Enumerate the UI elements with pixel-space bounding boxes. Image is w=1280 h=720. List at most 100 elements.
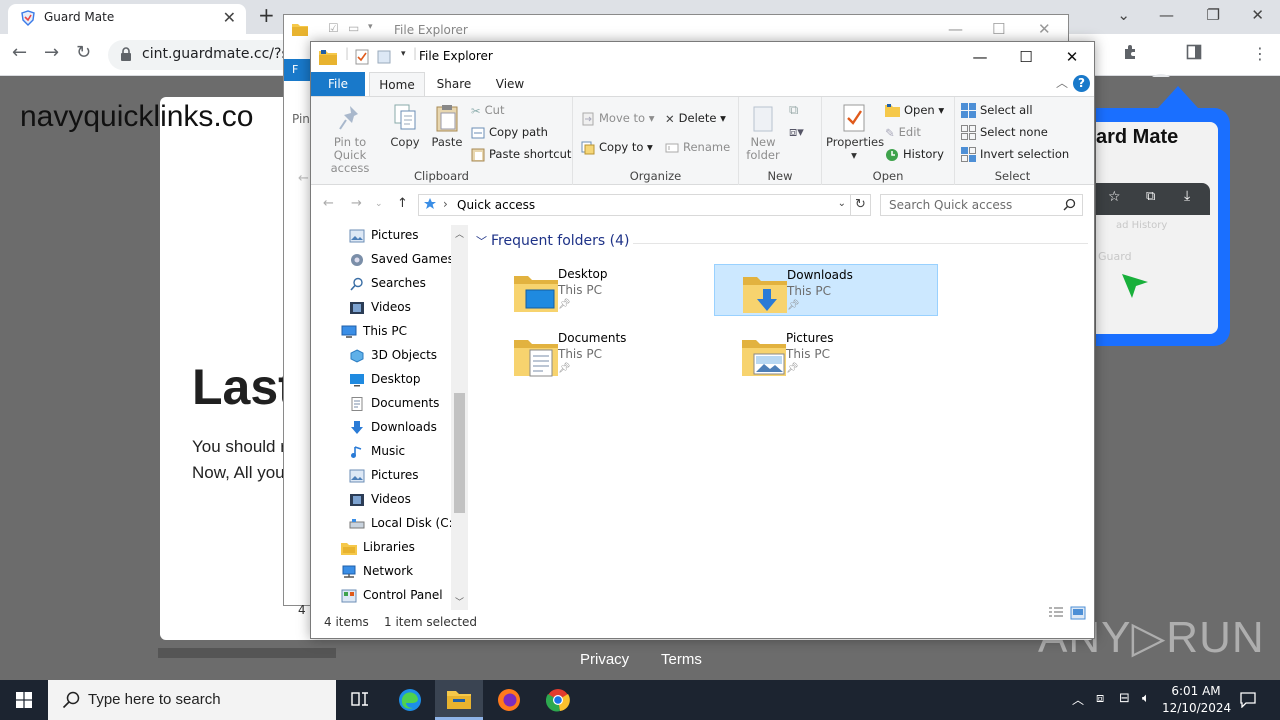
- collapse-ribbon-icon[interactable]: ︿: [1056, 74, 1068, 91]
- new-folder-button[interactable]: New folder: [743, 103, 783, 162]
- delete-button[interactable]: ✕ Delete ▾: [665, 111, 726, 126]
- new-item-icon[interactable]: ⧉: [789, 103, 798, 118]
- nav-item[interactable]: Documents: [349, 396, 439, 411]
- nav-item[interactable]: Network: [341, 564, 413, 579]
- clock-time[interactable]: 6:01 AM: [1166, 684, 1226, 698]
- volume-icon[interactable]: 🔈︎: [1142, 691, 1150, 706]
- folder-tile[interactable]: Desktop This PC 📌︎: [486, 264, 710, 316]
- browser-forward-icon[interactable]: →: [44, 42, 59, 63]
- task-view-button[interactable]: [336, 680, 384, 720]
- address-dropdown-icon[interactable]: ⌄: [838, 198, 846, 209]
- scroll-down-icon[interactable]: ﹀: [455, 595, 464, 608]
- copy-path-button[interactable]: Copy path: [471, 125, 548, 139]
- refresh-icon[interactable]: ↻: [851, 194, 871, 216]
- browser-menu-icon[interactable]: ⋮: [1252, 44, 1268, 63]
- extensions-icon[interactable]: [1122, 44, 1138, 60]
- select-all-button[interactable]: Select all: [961, 103, 1033, 118]
- taskbar-search-box[interactable]: Type here to search: [48, 680, 336, 720]
- forward-arrow-icon[interactable]: →: [351, 196, 362, 211]
- nav-item[interactable]: Desktop: [349, 372, 421, 387]
- explorer-titlebar[interactable]: | ▾ | File Explorer — ☐ ✕: [311, 42, 1094, 72]
- back-close-icon[interactable]: ✕: [1038, 20, 1051, 38]
- browser-close-icon[interactable]: ✕: [1251, 6, 1264, 24]
- tab-share[interactable]: Share: [433, 72, 475, 96]
- side-panel-icon[interactable]: [1186, 44, 1202, 60]
- folder-tile[interactable]: Documents This PC 📌︎: [486, 328, 710, 380]
- file-explorer-taskbar-button[interactable]: [435, 680, 483, 720]
- chrome-taskbar-button[interactable]: [534, 680, 582, 720]
- ethernet-icon[interactable]: ⊟: [1119, 691, 1130, 706]
- new-tab-icon[interactable]: +: [258, 3, 275, 27]
- open-button[interactable]: Open ▾: [885, 103, 944, 117]
- paste-shortcut-button[interactable]: Paste shortcut: [471, 147, 571, 162]
- nav-item[interactable]: Saved Games: [349, 252, 454, 267]
- nav-item[interactable]: Libraries: [341, 540, 415, 555]
- back-file-tab[interactable]: F: [284, 59, 310, 81]
- frequent-folders-header[interactable]: ﹀ Frequent folders (4): [476, 233, 630, 249]
- pin-to-quick-access-button[interactable]: Pin to Quick access: [317, 103, 383, 175]
- scrollbar-thumb[interactable]: [454, 393, 465, 513]
- firefox-taskbar-button[interactable]: [485, 680, 533, 720]
- tab-close-icon[interactable]: ✕: [223, 8, 236, 27]
- copy-button[interactable]: Copy: [385, 103, 425, 149]
- browser-restore-icon[interactable]: ❐: [1207, 6, 1220, 24]
- paste-button[interactable]: Paste: [427, 103, 467, 149]
- large-icons-view-icon[interactable]: [1070, 606, 1086, 620]
- rename-button[interactable]: Rename: [665, 140, 730, 154]
- help-icon[interactable]: ?: [1073, 75, 1090, 92]
- nav-item[interactable]: Videos: [349, 492, 411, 507]
- back-minimize-icon[interactable]: —: [948, 20, 963, 38]
- network-status-icon[interactable]: ⧈: [1096, 691, 1104, 706]
- page-horizontal-scrollbar[interactable]: [158, 648, 336, 658]
- nav-item[interactable]: Pictures: [349, 228, 419, 243]
- browser-minimize-icon[interactable]: —: [1159, 6, 1174, 24]
- start-button[interactable]: [0, 680, 48, 720]
- back-maximize-icon[interactable]: ☐: [992, 20, 1005, 38]
- tab-view[interactable]: View: [491, 72, 529, 96]
- edge-taskbar-button[interactable]: [386, 680, 434, 720]
- cut-button[interactable]: ✂ Cut: [471, 103, 504, 118]
- edit-button[interactable]: ✎ Edit: [885, 125, 921, 140]
- properties-button[interactable]: Properties ▾: [826, 103, 884, 162]
- tab-file[interactable]: File: [311, 72, 365, 96]
- copy-to-button[interactable]: Copy to ▾: [581, 140, 653, 155]
- nav-item[interactable]: Local Disk (C:): [349, 516, 457, 531]
- search-input[interactable]: Search Quick access: [880, 194, 1083, 216]
- details-view-icon[interactable]: [1048, 606, 1064, 620]
- nav-item[interactable]: Searches: [349, 276, 426, 291]
- properties-icon[interactable]: [355, 49, 369, 65]
- browser-reload-icon[interactable]: ↻: [76, 42, 91, 63]
- history-button[interactable]: History: [885, 147, 944, 162]
- recent-locations-icon[interactable]: ⌄: [375, 199, 383, 209]
- close-icon[interactable]: ✕: [1049, 42, 1095, 72]
- move-to-button[interactable]: Move to ▾: [581, 111, 654, 126]
- tab-home[interactable]: Home: [369, 72, 425, 96]
- nav-item[interactable]: This PC: [341, 324, 407, 339]
- nav-item[interactable]: Downloads: [349, 420, 437, 435]
- tab-search-icon[interactable]: ⌄: [1117, 6, 1130, 24]
- file-explorer-window[interactable]: | ▾ | File Explorer — ☐ ✕ File Home Shar…: [310, 41, 1095, 639]
- scroll-up-icon[interactable]: ︿: [455, 227, 464, 240]
- folder-tile[interactable]: Pictures This PC 📌︎: [714, 328, 938, 380]
- terms-link[interactable]: Terms: [661, 651, 702, 668]
- easy-access-icon[interactable]: ⧈▾: [789, 125, 804, 140]
- minimize-icon[interactable]: —: [957, 42, 1003, 72]
- nav-item[interactable]: 3D Objects: [349, 348, 437, 363]
- maximize-icon[interactable]: ☐: [1003, 42, 1049, 72]
- address-box[interactable]: › Quick access ⌄: [418, 194, 851, 216]
- clock-date[interactable]: 12/10/2024: [1162, 701, 1231, 715]
- browser-tab[interactable]: Guard Mate ✕: [8, 4, 246, 34]
- browser-back-icon[interactable]: ←: [12, 42, 27, 63]
- folder-tile[interactable]: Downloads This PC 📌︎: [714, 264, 938, 316]
- notifications-icon[interactable]: [1240, 692, 1256, 708]
- show-hidden-icons-icon[interactable]: ︿: [1072, 691, 1084, 708]
- navigation-scrollbar[interactable]: ︿ ﹀: [451, 225, 468, 610]
- qa-dropdown-icon[interactable]: ▾: [401, 49, 406, 59]
- back-arrow-icon[interactable]: ←: [323, 196, 334, 211]
- select-none-button[interactable]: Select none: [961, 125, 1048, 140]
- new-folder-icon[interactable]: [377, 50, 391, 64]
- nav-item[interactable]: Music: [349, 444, 405, 459]
- nav-item[interactable]: Pictures: [349, 468, 419, 483]
- up-arrow-icon[interactable]: ↑: [397, 196, 408, 211]
- nav-item[interactable]: Control Panel: [341, 588, 443, 603]
